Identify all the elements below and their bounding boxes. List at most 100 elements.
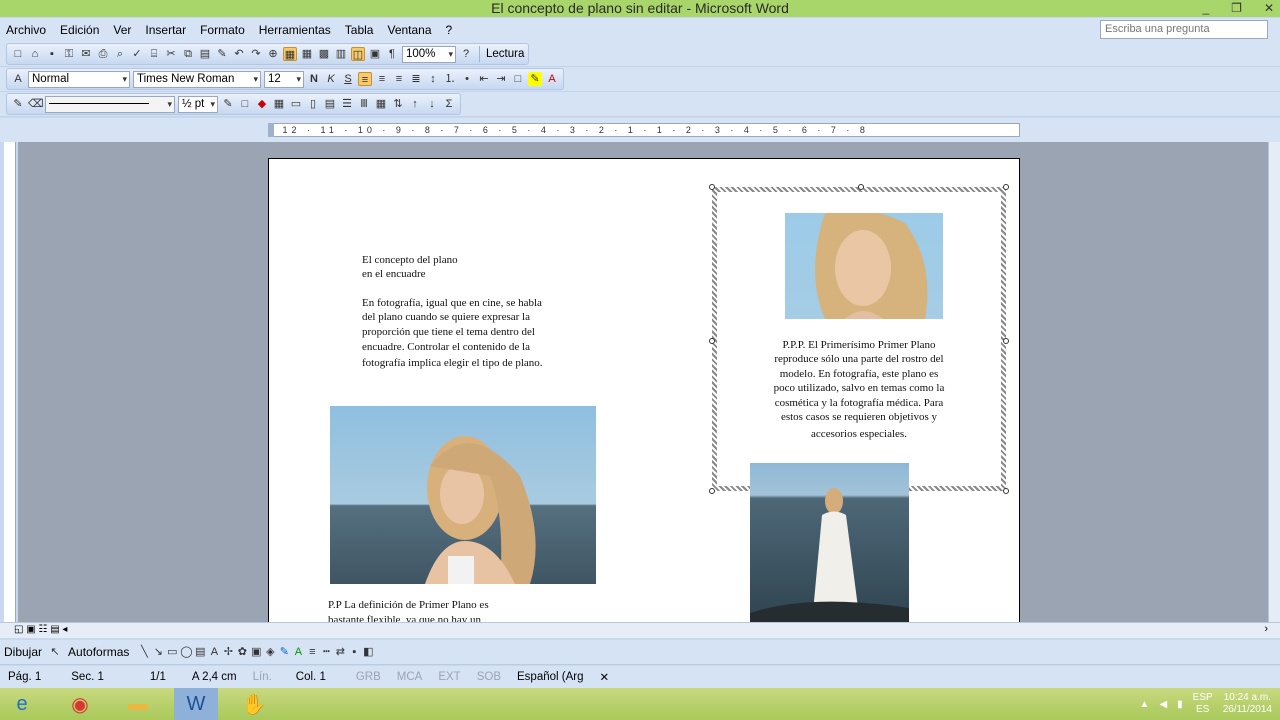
split-cells-icon[interactable]: ▯	[306, 97, 320, 111]
font-color-icon[interactable]: A	[545, 72, 559, 86]
ruler-scale[interactable]: · 12 · 11 · 10 · 9 · 8 · 7 · 6 · 5 · 4 ·…	[268, 123, 1020, 137]
bullets-icon[interactable]: •	[460, 72, 474, 86]
language-indicator[interactable]: ESP ES	[1193, 692, 1213, 716]
line-style-icon[interactable]: ≡	[305, 645, 319, 659]
minimize-button[interactable]: _	[1202, 0, 1209, 16]
file-explorer-icon[interactable]: ▬	[116, 688, 160, 720]
style-select[interactable]: Normal	[28, 70, 130, 88]
menu-ver[interactable]: Ver	[113, 23, 131, 37]
shading-icon[interactable]: ◆	[255, 97, 269, 111]
draw-table-icon[interactable]: ✎	[11, 97, 25, 111]
internet-explorer-icon[interactable]: e	[0, 688, 44, 720]
vertical-scrollbar[interactable]	[1268, 142, 1280, 622]
help-icon[interactable]: ?	[459, 47, 473, 61]
line-weight-select[interactable]: ½ pt	[178, 95, 218, 113]
increase-indent-icon[interactable]: ⇥	[494, 72, 508, 86]
selected-textbox[interactable]: P.P.P. El Primerísimo Primer Plano repro…	[709, 184, 1009, 494]
open-folder-icon[interactable]: ⌂	[28, 47, 42, 61]
shadow-icon[interactable]: ▪	[347, 645, 361, 659]
resize-handle[interactable]	[1003, 184, 1009, 190]
spelling-status-icon[interactable]: ✕	[591, 670, 617, 684]
justify-icon[interactable]: ≣	[409, 72, 423, 86]
resize-handle[interactable]	[709, 488, 715, 494]
menu-tabla[interactable]: Tabla	[345, 23, 374, 37]
resize-handle[interactable]	[1003, 488, 1009, 494]
sort-ascending-icon[interactable]: ↑	[408, 97, 422, 111]
menu-formato[interactable]: Formato	[200, 23, 245, 37]
outside-border-icon[interactable]: □	[511, 72, 525, 86]
resize-handle[interactable]	[709, 338, 715, 344]
numbering-icon[interactable]: ⒈	[443, 72, 457, 86]
sort-descending-icon[interactable]: ↓	[425, 97, 439, 111]
wordart-icon[interactable]: A	[207, 645, 221, 659]
print-preview-icon[interactable]: ⌕	[113, 47, 127, 61]
network-icon[interactable]: ▮	[1177, 699, 1183, 710]
underline-icon[interactable]: S	[341, 72, 355, 86]
close-button[interactable]: ✕	[1264, 0, 1274, 16]
spelling-icon[interactable]: ✓	[130, 47, 144, 61]
border-color-icon[interactable]: ✎	[221, 97, 235, 111]
resize-handle[interactable]	[858, 184, 864, 190]
email-icon[interactable]: ✉	[79, 47, 93, 61]
dash-style-icon[interactable]: ┅	[319, 645, 333, 659]
primerisimo-photo[interactable]	[785, 213, 943, 319]
status-language[interactable]: Español (Arg	[509, 671, 591, 683]
tables-borders-icon[interactable]: ▦	[283, 47, 297, 61]
styles-icon[interactable]: A	[11, 72, 25, 86]
ask-question-input[interactable]: Escriba una pregunta	[1100, 20, 1268, 39]
font-select[interactable]: Times New Roman	[133, 70, 261, 88]
menu-ventana[interactable]: Ventana	[387, 23, 431, 37]
clipart-icon[interactable]: ✿	[235, 645, 249, 659]
show-formatting-icon[interactable]: ¶	[385, 47, 399, 61]
line-icon[interactable]: ╲	[137, 645, 151, 659]
chrome-icon[interactable]: ◉	[58, 688, 102, 720]
format-painter-icon[interactable]: ✎	[215, 47, 229, 61]
new-document-icon[interactable]: □	[11, 47, 25, 61]
redo-icon[interactable]: ↷	[249, 47, 263, 61]
highlight-icon[interactable]: ✎	[528, 72, 542, 86]
columns-icon[interactable]: ▥	[334, 47, 348, 61]
undo-icon[interactable]: ↶	[232, 47, 246, 61]
bold-icon[interactable]: N	[307, 72, 321, 86]
eraser-icon[interactable]: ⌫	[28, 97, 44, 111]
distribute-columns-icon[interactable]: Ⅲ	[357, 97, 371, 111]
document-map-icon[interactable]: ▣	[368, 47, 382, 61]
decrease-indent-icon[interactable]: ⇤	[477, 72, 491, 86]
tray-flag-icon[interactable]: ▲	[1140, 699, 1150, 710]
menu-help[interactable]: ?	[446, 23, 453, 37]
arrow-icon[interactable]: ↘	[151, 645, 165, 659]
align-cell-icon[interactable]: ▤	[323, 97, 337, 111]
rectangle-icon[interactable]: ▭	[165, 645, 179, 659]
oval-icon[interactable]: ◯	[179, 645, 193, 659]
status-track[interactable]: MCA	[389, 671, 431, 683]
resize-handle[interactable]	[1003, 338, 1009, 344]
insert-table-icon[interactable]: ▦	[300, 47, 314, 61]
resize-handle[interactable]	[709, 184, 715, 190]
primer-plano-photo[interactable]	[330, 406, 596, 584]
font-color-draw-icon[interactable]: A	[291, 645, 305, 659]
horizontal-scrollbar[interactable]: ◱ ▣ ☷ ▤ ◂ ›	[0, 622, 1280, 638]
textbox-icon[interactable]: ▤	[193, 645, 207, 659]
status-extend[interactable]: EXT	[430, 671, 468, 683]
autoformat-table-icon[interactable]: ▦	[374, 97, 388, 111]
select-objects-icon[interactable]: ↖	[48, 645, 62, 659]
word-taskbar-icon[interactable]: W	[174, 688, 218, 720]
align-left-icon[interactable]: ≡	[358, 72, 372, 86]
align-center-icon[interactable]: ≡	[375, 72, 389, 86]
line-color-icon[interactable]: ✎	[277, 645, 291, 659]
diagram-icon[interactable]: ✢	[221, 645, 235, 659]
autoshapes-button[interactable]: Autoformas	[68, 645, 129, 659]
insert-table-icon[interactable]: ▦	[272, 97, 286, 111]
draw-menu-button[interactable]: Dibujar	[4, 645, 42, 659]
copy-icon[interactable]: ⧉	[181, 47, 195, 61]
permission-icon[interactable]: ⚿	[62, 47, 76, 61]
status-record[interactable]: GRB	[348, 671, 389, 683]
fill-color-icon[interactable]: ◈	[263, 645, 277, 659]
italic-icon[interactable]: K	[324, 72, 338, 86]
line-spacing-icon[interactable]: ↕	[426, 72, 440, 86]
picture-icon[interactable]: ▣	[249, 645, 263, 659]
scroll-right-icon[interactable]: ›	[1264, 623, 1268, 635]
app-taskbar-icon[interactable]: ✋	[232, 688, 276, 720]
document-page[interactable]: El concepto del plano en el encuadre En …	[268, 158, 1020, 622]
research-icon[interactable]: ⌸	[147, 47, 161, 61]
